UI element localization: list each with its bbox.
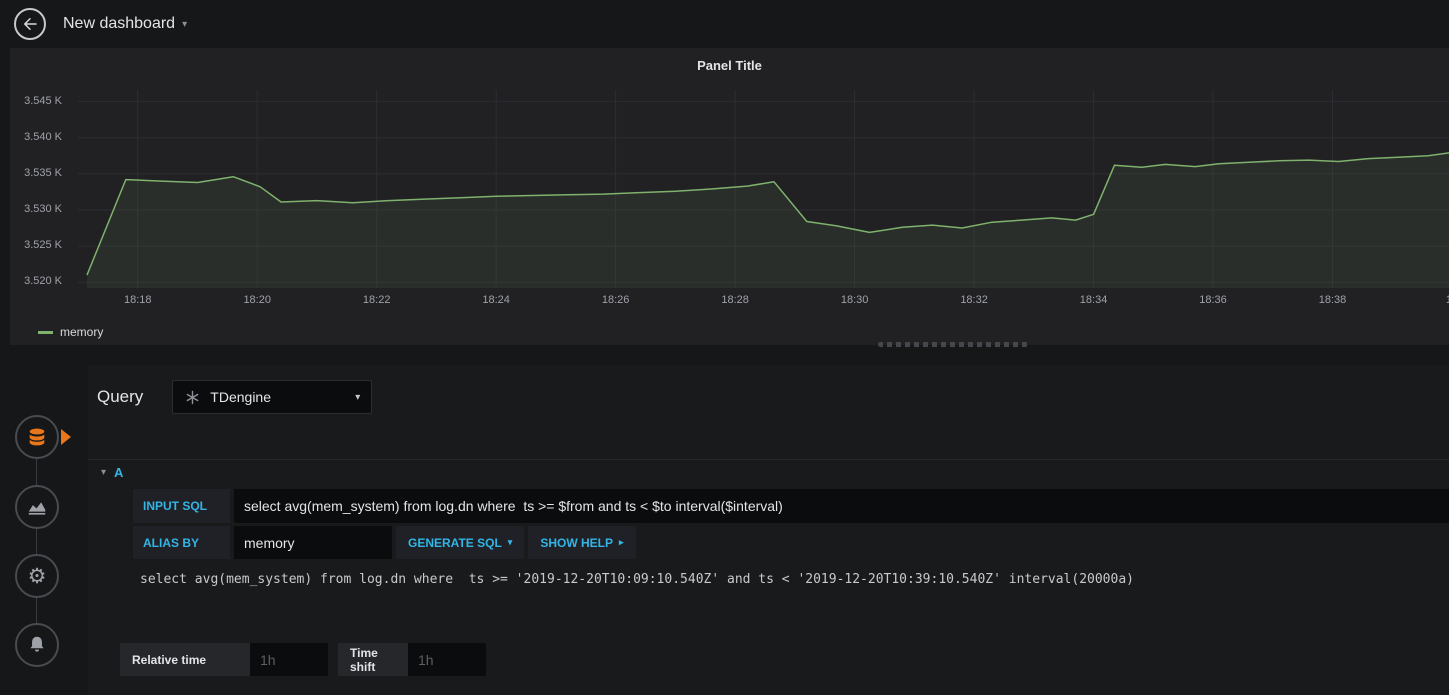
- y-axis-tick-label: 3.540 K: [24, 130, 62, 143]
- y-axis-tick-label: 3.525 K: [24, 239, 62, 252]
- show-help-label: SHOW HELP: [540, 535, 613, 550]
- graph-panel: Panel Title memory 3.545 K 3.540 K 3.535 K…: [10, 48, 1449, 345]
- gear-icon: ⚙: [27, 564, 47, 588]
- x-axis-tick-label: 18:20: [243, 294, 271, 306]
- sidebar-item-alert[interactable]: [15, 623, 59, 667]
- editor-tab-rail: ⚙: [0, 365, 88, 695]
- generated-sql-text: select avg(mem_system) from log.dn where…: [140, 572, 1134, 587]
- legend-series-label[interactable]: memory: [60, 325, 103, 339]
- y-axis-tick-label: 3.530 K: [24, 202, 62, 215]
- x-axis-tick-label: 18: [1445, 294, 1449, 306]
- alias-by-label: ALIAS BY: [133, 526, 230, 559]
- x-axis-tick-label: 18:32: [960, 294, 988, 306]
- show-help-button[interactable]: SHOW HELP ▸: [528, 526, 636, 559]
- chart-plot-area[interactable]: [78, 90, 1449, 288]
- dashboard-title[interactable]: New dashboard: [63, 15, 175, 33]
- sidebar-item-visualization[interactable]: [15, 485, 59, 529]
- back-arrow-icon: [24, 18, 37, 30]
- title-caret-down-icon[interactable]: ▾: [182, 19, 187, 30]
- query-header: Query TDengine ▾: [88, 377, 1449, 417]
- chart-svg: [78, 90, 1449, 288]
- horizontal-scrollbar[interactable]: [878, 342, 1028, 347]
- y-axis-tick-label: 3.520 K: [24, 275, 62, 288]
- collapse-caret-down-icon: ▾: [101, 467, 107, 478]
- x-axis-tick-label: 18:30: [840, 294, 869, 306]
- query-ref-letter: A: [114, 465, 124, 480]
- y-axis-tick-label: 3.535 K: [24, 166, 62, 179]
- generate-sql-button[interactable]: GENERATE SQL ▾: [396, 526, 525, 559]
- query-editor-content: Query TDengine ▾ ▾ A INPUT SQL select av…: [88, 365, 1449, 695]
- back-button[interactable]: [14, 8, 46, 40]
- show-help-caret-right-icon: ▸: [619, 537, 624, 547]
- tdengine-datasource-icon: [186, 390, 199, 404]
- x-axis-tick-label: 18:28: [721, 294, 749, 306]
- x-axis-tick-label: 18:38: [1318, 294, 1347, 306]
- generate-sql-label: GENERATE SQL: [408, 535, 502, 550]
- chart-icon: [28, 502, 46, 515]
- x-axis-tick-label: 18:36: [1199, 294, 1227, 306]
- time-series-chart: memory 3.545 K 3.540 K 3.535 K 3.530 K 3.525…: [10, 48, 1449, 345]
- x-axis-tick-label: 18:24: [482, 294, 510, 306]
- x-axis-tick-label: 18:34: [1079, 294, 1108, 306]
- input-sql-field[interactable]: [234, 489, 1449, 523]
- input-sql-label: INPUT SQL: [133, 489, 230, 523]
- input-sql-row: INPUT SQL: [133, 489, 1449, 523]
- query-row-a-header[interactable]: ▾ A: [88, 459, 1449, 485]
- active-tab-arrow-icon: [61, 429, 71, 445]
- time-shift-input[interactable]: [408, 643, 486, 676]
- bell-icon: [30, 636, 44, 652]
- datasource-select[interactable]: TDengine ▾: [172, 380, 373, 414]
- panel-editor: ⚙ Query TDengine ▾ ▾ A INPUT SQL select …: [0, 365, 1449, 695]
- sidebar-item-queries[interactable]: [15, 415, 59, 459]
- datasource-label: TDengine: [210, 389, 271, 405]
- relative-time-input[interactable]: [250, 643, 328, 676]
- x-axis-tick-label: 18:18: [123, 294, 152, 306]
- sidebar-item-general[interactable]: ⚙: [15, 554, 59, 598]
- x-axis-tick-label: 18:22: [362, 294, 391, 306]
- x-axis-tick-label: 18:26: [601, 294, 630, 306]
- legend[interactable]: memory: [38, 325, 103, 339]
- top-nav: New dashboard ▾: [0, 0, 1449, 48]
- alias-by-field[interactable]: [234, 526, 392, 559]
- time-options-row: Relative time Time shift: [120, 643, 486, 676]
- time-shift-label: Time shift: [338, 643, 408, 676]
- grafana-edit-screen: New dashboard ▾ Panel Title memory 3.545…: [0, 0, 1449, 695]
- generate-sql-caret-down-icon: ▾: [507, 537, 513, 547]
- alias-by-row: ALIAS BY GENERATE SQL ▾ SHOW HELP ▸: [133, 526, 1449, 559]
- relative-time-label: Relative time: [120, 643, 250, 676]
- section-title: Query: [97, 387, 144, 406]
- y-axis-tick-label: 3.545 K: [24, 94, 62, 107]
- datasource-caret-down-icon: ▾: [355, 391, 361, 403]
- database-icon: [29, 428, 45, 446]
- legend-series-swatch: [38, 330, 53, 334]
